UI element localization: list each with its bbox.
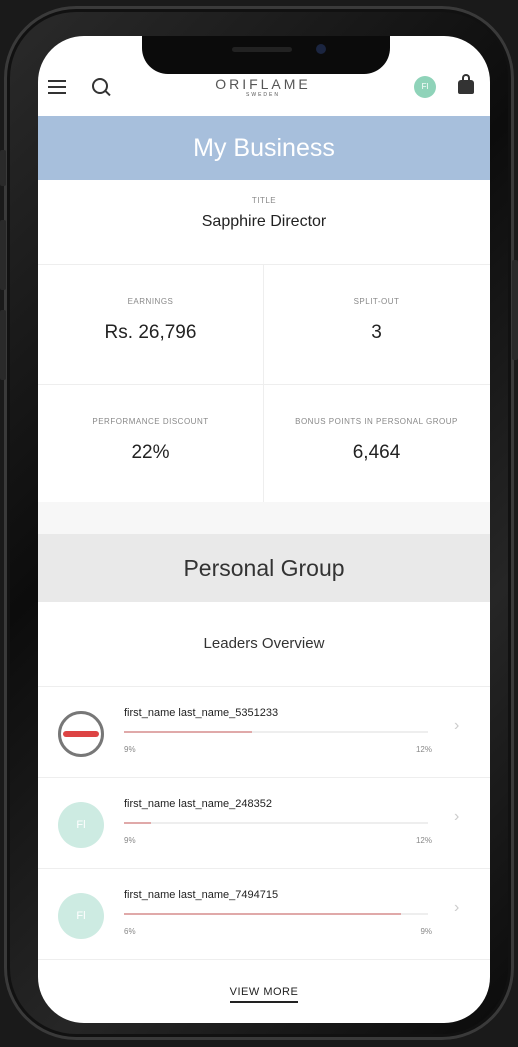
stat-performance-discount: PERFORMANCE DISCOUNT 22%: [38, 385, 263, 503]
stat-value: 3: [371, 322, 382, 343]
stat-label: PERFORMANCE DISCOUNT: [92, 417, 209, 426]
chevron-right-icon[interactable]: ›: [454, 717, 459, 735]
stat-value: 6,464: [352, 442, 401, 463]
brand-logo[interactable]: ORIFLAME SWEDEN: [208, 76, 318, 98]
leader-avatar: Fl: [58, 802, 104, 848]
leader-name: first_name last_name_5351233: [124, 707, 279, 719]
progress-fill: [124, 913, 401, 915]
hamburger-menu-icon[interactable]: [48, 80, 66, 94]
leader-progress-max: 12%: [415, 836, 432, 845]
logo-text: ORIFLAME: [215, 76, 311, 92]
logo-subtext: SWEDEN: [246, 92, 280, 98]
chevron-right-icon[interactable]: ›: [454, 808, 459, 826]
leader-logo-avatar: [58, 711, 104, 757]
leader-progress-bar: [124, 731, 428, 733]
divider: [38, 384, 490, 385]
app-screen: ORIFLAME SWEDEN Fl My Business TITLE Sap…: [38, 36, 490, 1023]
leader-name: first_name last_name_248352: [124, 798, 272, 810]
section-spacer: [38, 502, 490, 534]
power-button: [512, 260, 518, 360]
stats-grid: EARNINGS Rs. 26,796 SPLIT-OUT 3 PERFORMA…: [38, 264, 490, 504]
leader-progress-max: 9%: [420, 927, 432, 936]
stat-label: SPLIT-OUT: [353, 297, 400, 306]
view-more-label: VIEW MORE: [229, 986, 299, 1003]
progress-fill: [124, 731, 252, 733]
user-avatar[interactable]: Fl: [414, 76, 436, 98]
phone-notch: [142, 36, 390, 74]
leaders-overview-heading: Leaders Overview: [38, 602, 490, 687]
personal-group-heading: Personal Group: [38, 534, 490, 602]
progress-fill: [124, 822, 152, 824]
leader-progress-min: 9%: [124, 745, 136, 754]
stat-value: Rs. 26,796: [104, 322, 197, 343]
leader-progress-max: 12%: [415, 745, 432, 754]
leader-progress-bar: [124, 822, 428, 824]
volume-up-button: [0, 220, 6, 290]
my-business-heading: My Business: [38, 116, 490, 180]
leader-row[interactable]: first_name last_name_5351233 9% 12% ›: [38, 687, 490, 778]
title-value: Sapphire Director: [201, 213, 327, 230]
stat-split-out: SPLIT-OUT 3: [264, 265, 489, 383]
leader-row[interactable]: Fl first_name last_name_7494715 6% 9% ›: [38, 869, 490, 960]
leader-progress-min: 6%: [124, 927, 136, 936]
volume-down-button: [0, 310, 6, 380]
leader-avatar: Fl: [58, 893, 104, 939]
stat-label: EARNINGS: [127, 297, 174, 306]
leader-progress-min: 9%: [124, 836, 136, 845]
title-section: TITLE Sapphire Director: [38, 180, 490, 264]
speaker-grille: [232, 47, 292, 52]
leader-row[interactable]: Fl first_name last_name_248352 9% 12% ›: [38, 778, 490, 869]
stat-value: 22%: [131, 442, 170, 463]
stat-label: BONUS POINTS IN PERSONAL GROUP: [295, 417, 458, 426]
search-icon[interactable]: [92, 78, 108, 94]
leader-name: first_name last_name_7494715: [124, 889, 279, 901]
title-label: TITLE: [251, 196, 277, 205]
leader-progress-bar: [124, 913, 428, 915]
shopping-bag-icon[interactable]: [458, 74, 474, 94]
chevron-right-icon[interactable]: ›: [454, 899, 459, 917]
stat-bonus-points: BONUS POINTS IN PERSONAL GROUP 6,464: [264, 385, 489, 503]
front-camera: [316, 44, 326, 54]
stat-earnings: EARNINGS Rs. 26,796: [38, 265, 263, 383]
view-more-link[interactable]: VIEW MORE: [38, 986, 490, 1003]
mute-switch: [0, 150, 6, 186]
